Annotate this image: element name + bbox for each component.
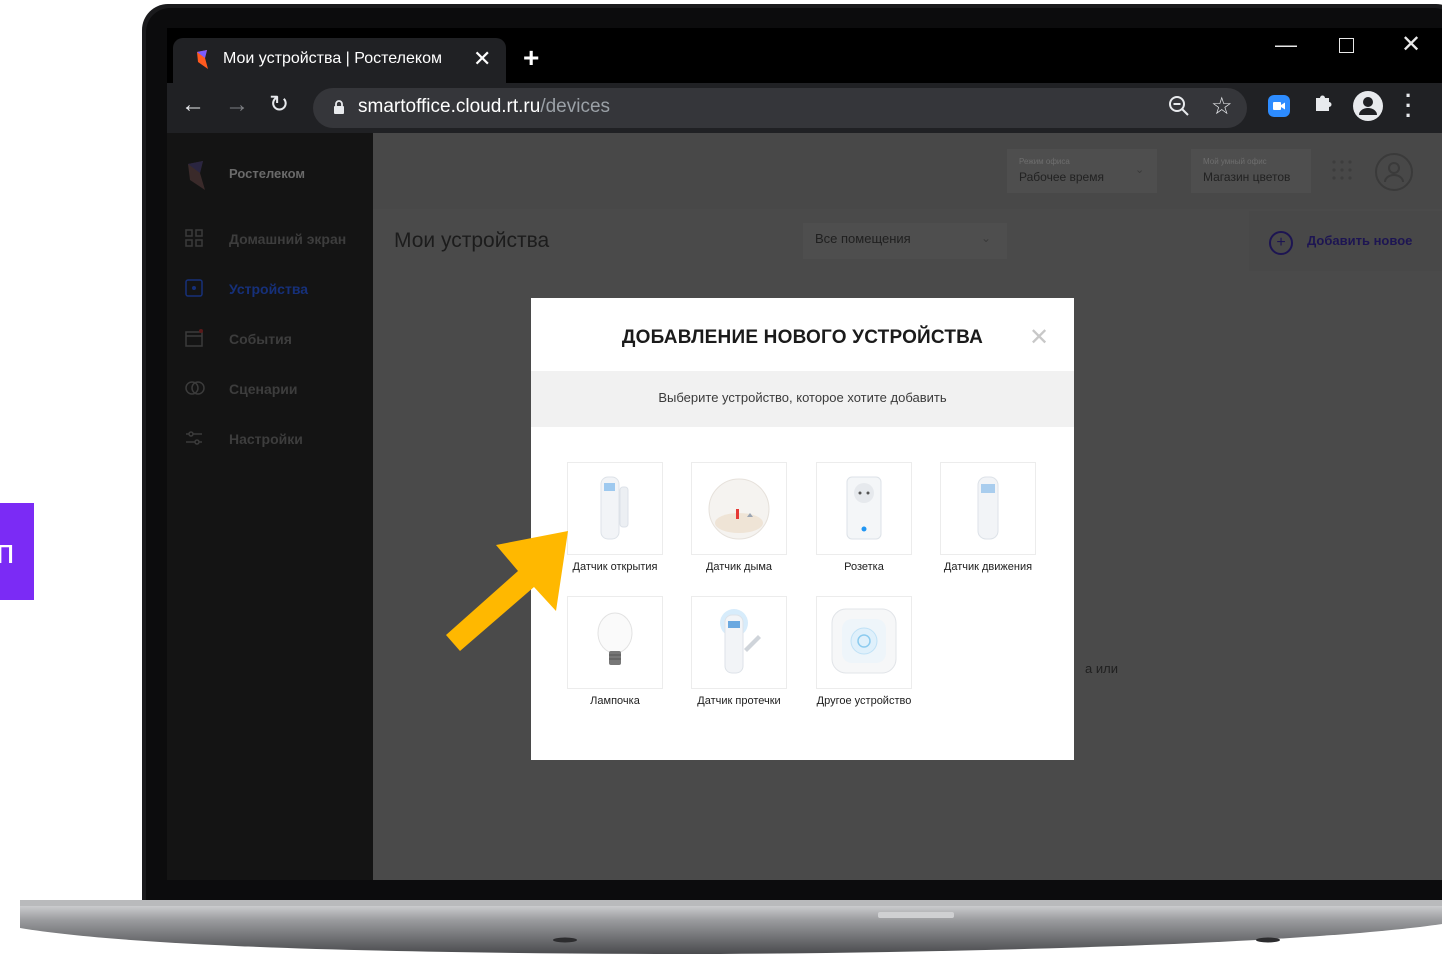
device-icon <box>185 279 205 299</box>
minimize-icon[interactable]: — <box>1275 32 1297 58</box>
sidebar-item-label: События <box>229 331 292 347</box>
browser-toolbar: ← → ↻ smartoffice.cloud.rt.ru/devices ☆ … <box>167 83 1442 133</box>
modal-close-icon[interactable]: ✕ <box>1029 323 1049 352</box>
url-path: /devices <box>540 96 611 117</box>
device-tile-other[interactable] <box>816 596 912 689</box>
laptop-base <box>20 900 1442 954</box>
smart-office-select[interactable]: Мой умный офис Магазин цветов <box>1191 149 1311 193</box>
scenario-icon <box>185 379 205 399</box>
page-title: Мои устройства <box>394 229 550 252</box>
sidebar-item-label: Устройства <box>229 281 309 297</box>
device-tile-bulb[interactable] <box>567 596 663 689</box>
other-device-icon <box>831 608 897 674</box>
smart-socket-icon <box>846 476 882 540</box>
new-tab-button[interactable]: + <box>523 44 539 72</box>
sliders-icon <box>185 429 205 449</box>
add-new-device-button[interactable]: + Добавить новое <box>1249 211 1442 271</box>
window-close-icon[interactable]: ✕ <box>1401 30 1421 59</box>
browser-menu-icon[interactable]: · · · <box>1405 85 1412 127</box>
user-profile-icon[interactable] <box>1375 153 1413 191</box>
back-arrow-icon[interactable]: ← <box>181 91 205 119</box>
browser-tab[interactable]: Мои устройства | Ростелеком ✕ <box>173 38 506 84</box>
brand-name: Ростелеком <box>229 166 305 181</box>
rostelecom-logo-icon <box>188 161 205 190</box>
reload-icon[interactable]: ↻ <box>269 90 289 119</box>
url-text: smartoffice.cloud.rt.ru/devices <box>358 96 610 118</box>
device-tile-open-sensor[interactable] <box>567 462 663 555</box>
motion-sensor-icon <box>977 476 999 540</box>
office-mode-value: Рабочее время <box>1019 170 1104 184</box>
plus-circle-icon: + <box>1269 231 1293 255</box>
smart-office-value: Магазин цветов <box>1203 170 1291 184</box>
lock-icon <box>334 100 344 114</box>
zoom-extension-icon[interactable] <box>1268 95 1290 117</box>
door-sensor-icon <box>600 476 629 540</box>
device-label: Датчик дыма <box>705 561 773 573</box>
smoke-detector-icon <box>708 478 770 540</box>
highlight-arrow-icon <box>446 531 568 651</box>
device-label: Другое устройство <box>816 695 912 707</box>
smart-office-caption: Мой умный офис <box>1203 157 1267 166</box>
office-mode-select[interactable]: Режим офиса Рабочее время ⌄ <box>1007 149 1157 193</box>
rostelecom-favicon-icon <box>197 50 208 69</box>
bookmark-star-icon[interactable]: ☆ <box>1211 92 1233 121</box>
add-device-modal: ДОБАВЛЕНИЕ НОВОГО УСТРОЙСТВА ✕ Выберите … <box>531 298 1074 760</box>
grid-icon <box>185 229 205 249</box>
light-bulb-icon <box>597 612 633 665</box>
address-bar[interactable]: smartoffice.cloud.rt.ru/devices ☆ <box>313 88 1247 128</box>
sidebar-item-label: Настройки <box>229 431 303 447</box>
device-tile-smoke-sensor[interactable] <box>691 462 787 555</box>
forward-arrow-icon[interactable]: → <box>225 91 249 119</box>
device-label: Лампочка <box>590 695 640 707</box>
add-new-label: Добавить новое <box>1307 233 1413 248</box>
tab-title: Мои устройства | Ростелеком <box>223 50 442 67</box>
sidebar-item-label: Сценарии <box>229 381 298 397</box>
device-label: Розетка <box>844 561 884 573</box>
modal-subtitle-bar: Выберите устройство, которое хотите доба… <box>531 371 1074 427</box>
tab-close-icon[interactable]: ✕ <box>473 46 491 72</box>
rooms-filter-value: Все помещения <box>815 231 911 246</box>
device-label: Датчик протечки <box>697 695 781 707</box>
modal-subtitle: Выберите устройство, которое хотите доба… <box>658 390 947 405</box>
rooms-filter-select[interactable]: Все помещения ⌄ <box>803 223 1007 259</box>
apps-grid-icon[interactable] <box>1331 159 1353 187</box>
chevron-down-icon: ⌄ <box>981 231 992 245</box>
device-tile-socket[interactable] <box>816 462 912 555</box>
chevron-down-icon: ⌄ <box>1135 164 1145 176</box>
profile-avatar-icon[interactable] <box>1353 91 1383 121</box>
purple-side-tab: п <box>0 503 34 600</box>
browser-tab-strip: Мои устройства | Ростелеком ✕ + — ✕ <box>167 28 1442 84</box>
sidebar: Ростелеком Домашний экран Устройства Соб… <box>167 133 373 880</box>
zoom-out-icon[interactable] <box>1168 95 1190 117</box>
leak-sensor-icon <box>720 609 761 674</box>
sidebar-item-label: Домашний экран <box>229 231 347 247</box>
modal-title: ДОБАВЛЕНИЕ НОВОГО УСТРОЙСТВА <box>621 327 984 348</box>
office-mode-caption: Режим офиса <box>1019 157 1070 166</box>
device-tile-motion-sensor[interactable] <box>940 462 1036 555</box>
url-host: smartoffice.cloud.rt.ru <box>358 96 541 117</box>
background-text-fragment: а или <box>1085 661 1118 676</box>
web-page: Ростелеком Домашний экран Устройства Соб… <box>167 133 1442 880</box>
laptop-screen: Мои устройства | Ростелеком ✕ + — ✕ ← → … <box>167 28 1442 880</box>
purple-tab-glyph: п <box>0 533 15 571</box>
device-tile-leak-sensor[interactable] <box>691 596 787 689</box>
maximize-icon[interactable] <box>1339 38 1354 53</box>
calendar-icon <box>185 329 205 349</box>
device-label: Датчик движения <box>943 561 1033 573</box>
extensions-puzzle-icon[interactable] <box>1312 91 1334 119</box>
